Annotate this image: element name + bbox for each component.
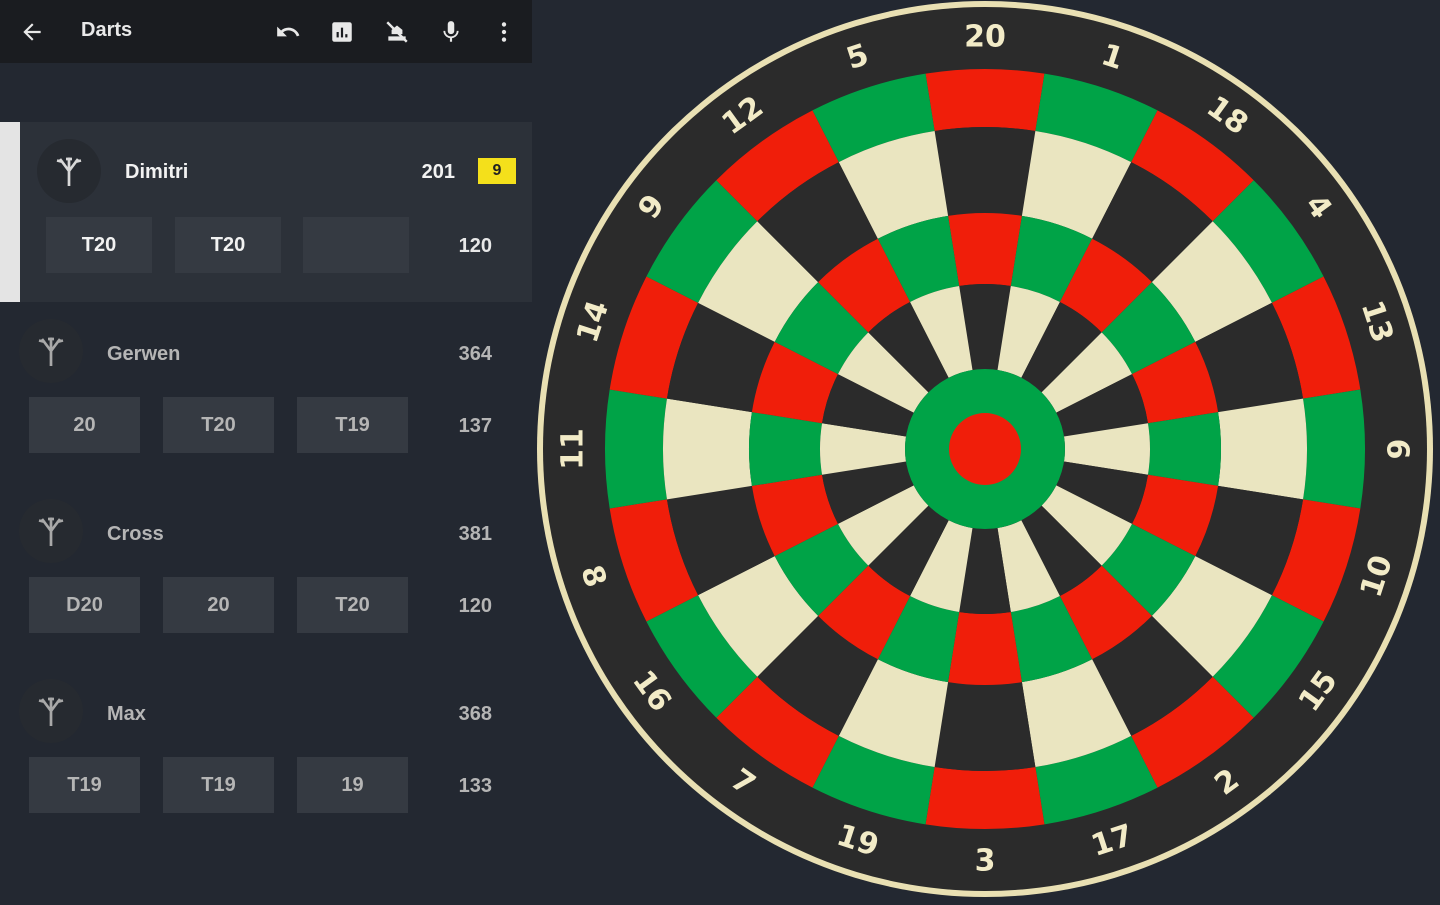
dartboard-area: 20 1 18 4 13 6 10 15 2 17 3 19 7 16 8 11 14 9 12 5 xyxy=(533,0,1440,900)
player-score: 381 xyxy=(458,523,492,545)
player-score: 368 xyxy=(458,703,492,725)
player-name: Max xyxy=(107,703,146,725)
darts-avatar-icon xyxy=(19,679,83,743)
double-segment-3[interactable] xyxy=(925,767,1045,830)
double-segment-11[interactable] xyxy=(605,389,667,509)
player-name: Gerwen xyxy=(107,343,181,365)
player-list: Dimitri 201 9 T20 T20 120 Gerwen 364 20 … xyxy=(0,63,532,900)
dart-throw-1[interactable]: 20 xyxy=(29,397,140,453)
triple-segment-3[interactable] xyxy=(948,611,1022,685)
active-player-indicator xyxy=(0,122,20,302)
dart-throw-1[interactable]: T20 xyxy=(46,217,152,273)
no-bust-icon[interactable] xyxy=(383,18,411,46)
app-title: Darts xyxy=(81,19,133,41)
double-segment-20[interactable] xyxy=(925,69,1045,131)
triple-segment-20[interactable] xyxy=(948,213,1022,287)
app-toolbar: Darts xyxy=(0,0,532,63)
turn-total: 137 xyxy=(458,415,492,437)
undo-icon[interactable] xyxy=(274,18,302,46)
dart-throw-2[interactable]: T20 xyxy=(163,397,274,453)
turn-total: 120 xyxy=(458,595,492,617)
board-number-6: 6 xyxy=(1380,439,1415,460)
dart-throw-2[interactable]: 20 xyxy=(163,577,274,633)
microphone-icon[interactable] xyxy=(437,18,465,46)
dart-throw-2[interactable]: T20 xyxy=(175,217,281,273)
triple-segment-11[interactable] xyxy=(749,412,823,486)
dart-throw-3[interactable]: T20 xyxy=(297,577,408,633)
turn-total: 120 xyxy=(458,235,492,257)
dart-throw-3[interactable]: 19 xyxy=(297,757,408,813)
turn-badge: 9 xyxy=(478,158,516,184)
darts-avatar-icon xyxy=(37,139,101,203)
back-arrow-icon[interactable] xyxy=(18,18,46,46)
dart-throw-1[interactable]: D20 xyxy=(29,577,140,633)
board-number-11: 11 xyxy=(556,428,591,470)
player-card-gerwen[interactable]: Gerwen 364 20 T20 T19 137 xyxy=(0,302,532,482)
dart-throw-2[interactable]: T19 xyxy=(163,757,274,813)
stats-icon[interactable] xyxy=(328,18,356,46)
player-card-cross[interactable]: Cross 381 D20 20 T20 120 xyxy=(0,482,532,662)
dart-throw-1[interactable]: T19 xyxy=(29,757,140,813)
player-score: 201 xyxy=(421,161,455,183)
outer-single-segment-6[interactable] xyxy=(1218,398,1307,500)
outer-single-segment-20[interactable] xyxy=(934,127,1036,216)
turn-total: 133 xyxy=(458,775,492,797)
darts-avatar-icon xyxy=(19,319,83,383)
double-segment-6[interactable] xyxy=(1303,389,1365,509)
outer-single-segment-3[interactable] xyxy=(934,682,1036,772)
triple-segment-6[interactable] xyxy=(1147,412,1221,486)
dart-throw-3[interactable] xyxy=(303,217,409,273)
darts-avatar-icon xyxy=(19,499,83,563)
dartboard[interactable]: 2011841361015217319716811149125 xyxy=(533,0,1440,900)
dart-throw-3[interactable]: T19 xyxy=(297,397,408,453)
more-vert-icon[interactable] xyxy=(490,18,518,46)
player-card-max[interactable]: Max 368 T19 T19 19 133 xyxy=(0,662,532,842)
player-score: 364 xyxy=(458,343,492,365)
board-number-20: 20 xyxy=(964,20,1006,55)
player-card-dimitri[interactable]: Dimitri 201 9 T20 T20 120 xyxy=(0,122,532,302)
bullseye[interactable] xyxy=(949,413,1021,485)
board-number-3: 3 xyxy=(975,844,996,879)
player-name: Dimitri xyxy=(125,161,189,183)
outer-single-segment-11[interactable] xyxy=(663,398,752,500)
player-name: Cross xyxy=(107,523,164,545)
